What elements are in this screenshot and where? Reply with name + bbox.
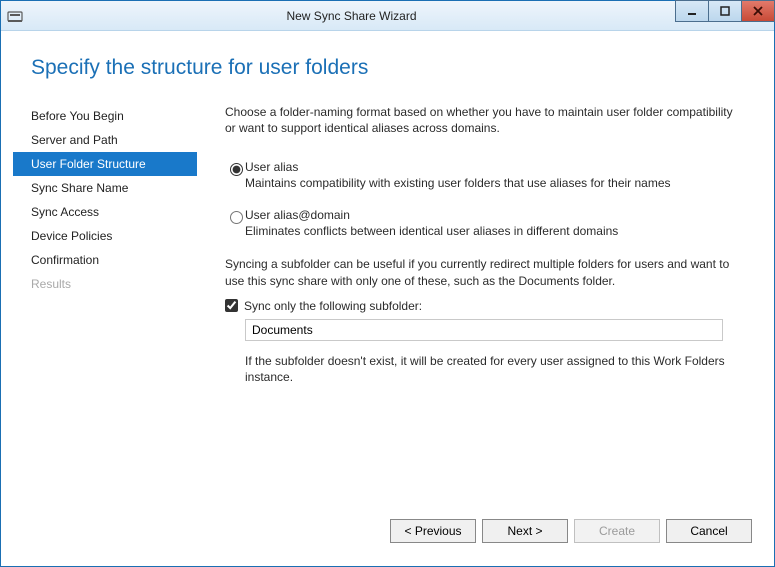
option-user-alias-domain: User alias@domain Eliminates conflicts b… xyxy=(225,208,746,252)
app-icon xyxy=(1,8,29,24)
main-panel: Choose a folder-naming format based on w… xyxy=(197,100,746,508)
radio-user-alias[interactable] xyxy=(230,163,243,176)
footer: < Previous Next > Create Cancel xyxy=(1,508,774,566)
option-user-alias-domain-desc: Eliminates conflicts between identical u… xyxy=(245,224,746,238)
nav-before-you-begin[interactable]: Before You Begin xyxy=(13,104,197,128)
nav-server-and-path[interactable]: Server and Path xyxy=(13,128,197,152)
create-button: Create xyxy=(574,519,660,543)
minimize-button[interactable] xyxy=(675,0,709,22)
option-user-alias: User alias Maintains compatibility with … xyxy=(225,160,746,204)
sync-subfolder-row: Sync only the following subfolder: xyxy=(225,299,746,313)
nav-sync-share-name[interactable]: Sync Share Name xyxy=(13,176,197,200)
checkbox-sync-subfolder-label: Sync only the following subfolder: xyxy=(244,299,422,313)
previous-button[interactable]: < Previous xyxy=(390,519,476,543)
nav-results: Results xyxy=(13,272,197,296)
nav-device-policies[interactable]: Device Policies xyxy=(13,224,197,248)
subfolder-input[interactable] xyxy=(245,319,723,341)
content-area: Specify the structure for user folders B… xyxy=(1,31,774,566)
body: Before You Begin Server and Path User Fo… xyxy=(1,100,774,508)
checkbox-sync-subfolder[interactable] xyxy=(225,299,238,312)
nav-user-folder-structure[interactable]: User Folder Structure xyxy=(13,152,197,176)
subfolder-note: If the subfolder doesn't exist, it will … xyxy=(245,353,746,385)
maximize-button[interactable] xyxy=(708,0,742,22)
option-user-alias-title: User alias xyxy=(245,160,746,174)
window-title: New Sync Share Wizard xyxy=(29,9,774,23)
wizard-nav: Before You Begin Server and Path User Fo… xyxy=(13,100,197,508)
title-bar: New Sync Share Wizard xyxy=(1,1,774,31)
sync-subfolder-description: Syncing a subfolder can be useful if you… xyxy=(225,256,746,288)
next-button[interactable]: Next > xyxy=(482,519,568,543)
nav-sync-access[interactable]: Sync Access xyxy=(13,200,197,224)
radio-user-alias-domain[interactable] xyxy=(230,211,243,224)
cancel-button[interactable]: Cancel xyxy=(666,519,752,543)
option-user-alias-desc: Maintains compatibility with existing us… xyxy=(245,176,746,190)
nav-confirmation[interactable]: Confirmation xyxy=(13,248,197,272)
close-button[interactable] xyxy=(741,0,775,22)
wizard-window: New Sync Share Wizard Specify the struct… xyxy=(0,0,775,567)
page-heading: Specify the structure for user folders xyxy=(1,31,774,100)
option-user-alias-domain-title: User alias@domain xyxy=(245,208,746,222)
intro-text: Choose a folder-naming format based on w… xyxy=(225,104,746,136)
window-buttons xyxy=(676,0,775,22)
